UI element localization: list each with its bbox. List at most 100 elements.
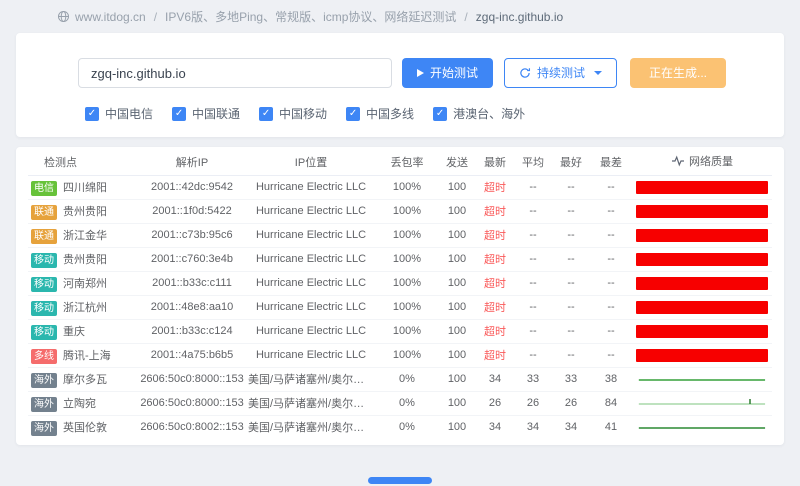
carrier-badge: 移动: [31, 253, 57, 268]
resolved-ip-cell: 2001::c73b:95c6: [138, 223, 246, 247]
checkbox-checked-icon: ✓: [346, 107, 360, 121]
sent-cell: 100: [438, 415, 476, 439]
resolved-ip-cell: 2606:50c0:8002::153: [138, 415, 246, 439]
sent-cell: 100: [438, 343, 476, 367]
quality-cell: [632, 367, 772, 391]
latency-sparkline: [634, 396, 770, 410]
avg-cell: 34: [514, 415, 552, 439]
carrier-checkbox-2[interactable]: ✓中国移动: [259, 105, 327, 122]
table-row: 联通浙江金华2001::c73b:95c6Hurricane Electric …: [28, 223, 772, 247]
ip-location-cell: Hurricane Electric LLC: [246, 295, 376, 319]
table-row: 海外英国伦敦2606:50c0:8002::153美国/马萨诸塞州/奥尔斯顿/F…: [28, 415, 772, 439]
avg-cell: 26: [514, 391, 552, 415]
column-header-6: 平均: [514, 149, 552, 175]
best-cell: 26: [552, 391, 590, 415]
avg-cell: 33: [514, 367, 552, 391]
worst-cell: --: [590, 223, 632, 247]
resolved-ip-cell: 2001::c760:3e4b: [138, 247, 246, 271]
generating-button[interactable]: 正在生成...: [630, 58, 726, 88]
resolved-ip-cell: 2606:50c0:8000::153: [138, 391, 246, 415]
avg-cell: --: [514, 199, 552, 223]
ip-location-cell: 美国/马萨诸塞州/奥尔斯顿/Fastly, Inc.: [246, 415, 376, 439]
avg-cell: --: [514, 319, 552, 343]
table-row: 移动河南郑州2001::b33c:c111Hurricane Electric …: [28, 271, 772, 295]
breadcrumb-site-link[interactable]: www.itdog.cn: [75, 10, 146, 24]
quality-cell: [632, 391, 772, 415]
sent-cell: 100: [438, 175, 476, 199]
sent-cell: 100: [438, 295, 476, 319]
column-header-9: 网络质量: [632, 149, 772, 175]
node-location: 浙江金华: [63, 230, 107, 242]
best-cell: --: [552, 343, 590, 367]
best-cell: --: [552, 175, 590, 199]
best-cell: --: [552, 271, 590, 295]
start-test-button[interactable]: 开始测试: [402, 58, 493, 88]
node-location: 英国伦敦: [63, 422, 107, 434]
node-location: 河南郑州: [63, 278, 107, 290]
loss-rate-cell: 100%: [376, 343, 438, 367]
generating-label: 正在生成...: [649, 67, 707, 79]
scrollbar-thumb[interactable]: [368, 477, 432, 484]
avg-cell: --: [514, 247, 552, 271]
loss-rate-cell: 0%: [376, 367, 438, 391]
refresh-icon: [519, 67, 531, 79]
ip-location-cell: Hurricane Electric LLC: [246, 199, 376, 223]
sent-cell: 100: [438, 247, 476, 271]
best-cell: --: [552, 319, 590, 343]
resolved-ip-cell: 2001::1f0d:5422: [138, 199, 246, 223]
continuous-test-label: 持续测试: [537, 67, 585, 79]
play-icon: [417, 69, 424, 77]
loss-rate-cell: 100%: [376, 295, 438, 319]
packet-loss-bar: [636, 181, 768, 194]
node-cell: 移动浙江杭州: [28, 295, 138, 319]
checkbox-label: 中国多线: [366, 105, 414, 122]
checkbox-checked-icon: ✓: [433, 107, 447, 121]
quality-cell: [632, 223, 772, 247]
latest-value: 34: [489, 421, 501, 433]
sent-cell: 100: [438, 199, 476, 223]
carrier-badge: 海外: [31, 373, 57, 388]
carrier-badge: 多线: [31, 349, 57, 364]
node-cell: 联通贵州贵阳: [28, 199, 138, 223]
worst-cell: --: [590, 247, 632, 271]
node-location: 重庆: [63, 326, 85, 338]
table-row: 移动重庆2001::b33c:c124Hurricane Electric LL…: [28, 319, 772, 343]
loss-rate-cell: 100%: [376, 175, 438, 199]
latest-cell: 超时: [476, 343, 514, 367]
resolved-ip-cell: 2001::42dc:9542: [138, 175, 246, 199]
packet-loss-bar: [636, 325, 768, 338]
worst-cell: --: [590, 343, 632, 367]
worst-cell: 38: [590, 367, 632, 391]
breadcrumb-target-link[interactable]: zgq-inc.github.io: [476, 10, 563, 24]
network-quality-label: 网络质量: [689, 153, 733, 169]
globe-icon: [57, 10, 70, 23]
avg-cell: --: [514, 223, 552, 247]
latest-cell: 34: [476, 367, 514, 391]
table-row: 海外立陶宛2606:50c0:8000::153美国/马萨诸塞州/奥尔斯顿/Fa…: [28, 391, 772, 415]
latest-value: 超时: [484, 326, 506, 338]
packet-loss-bar: [636, 349, 768, 362]
quality-cell: [632, 247, 772, 271]
node-cell: 联通浙江金华: [28, 223, 138, 247]
caret-down-icon: [594, 71, 602, 75]
packet-loss-bar: [636, 301, 768, 314]
carrier-checkbox-1[interactable]: ✓中国联通: [172, 105, 240, 122]
column-header-0: 检测点: [28, 149, 138, 175]
worst-cell: --: [590, 199, 632, 223]
continuous-test-button[interactable]: 持续测试: [504, 58, 617, 88]
resolved-ip-cell: 2001::48e8:aa10: [138, 295, 246, 319]
node-location: 浙江杭州: [63, 302, 107, 314]
ip-location-cell: Hurricane Electric LLC: [246, 319, 376, 343]
host-input[interactable]: [78, 58, 392, 88]
column-header-4: 发送: [438, 149, 476, 175]
table-row: 电信四川绵阳2001::42dc:9542Hurricane Electric …: [28, 175, 772, 199]
carrier-checkbox-0[interactable]: ✓中国电信: [85, 105, 153, 122]
latest-cell: 超时: [476, 199, 514, 223]
packet-loss-bar: [636, 229, 768, 242]
carrier-checkbox-3[interactable]: ✓ 中国多线: [346, 105, 414, 122]
carrier-checkbox-4[interactable]: ✓港澳台、海外: [433, 105, 525, 122]
resolved-ip-cell: 2001::b33c:c111: [138, 271, 246, 295]
sent-cell: 100: [438, 319, 476, 343]
table-row: 移动浙江杭州2001::48e8:aa10Hurricane Electric …: [28, 295, 772, 319]
sent-cell: 100: [438, 223, 476, 247]
